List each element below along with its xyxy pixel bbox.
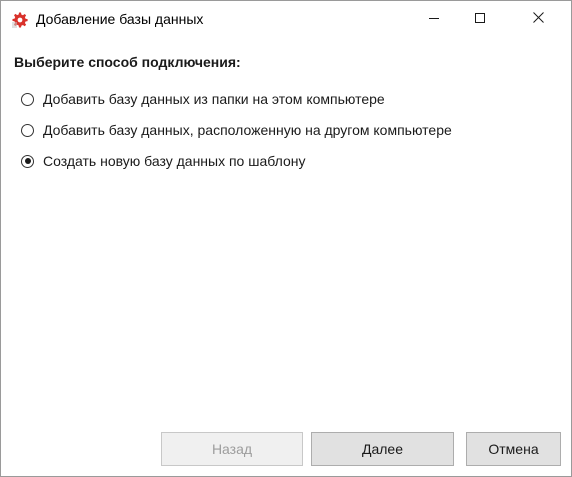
- option-label[interactable]: Создать новую базу данных по шаблону: [43, 153, 306, 169]
- close-icon: [532, 10, 544, 28]
- title-bar[interactable]: Добавление базы данных: [1, 1, 571, 37]
- back-button[interactable]: Назад: [161, 432, 303, 466]
- option-label[interactable]: Добавить базу данных, расположенную на д…: [43, 122, 452, 138]
- cancel-button[interactable]: Отмена: [466, 432, 561, 466]
- gear-icon: [12, 12, 28, 28]
- page-heading: Выберите способ подключения:: [14, 54, 241, 70]
- minimize-button[interactable]: [411, 1, 457, 37]
- option-label[interactable]: Добавить базу данных из папки на этом ко…: [43, 91, 385, 107]
- window-title: Добавление базы данных: [36, 11, 204, 27]
- option-new-from-template[interactable]: Создать новую базу данных по шаблону: [21, 152, 306, 170]
- dialog-window: Добавление базы данных Выберите способ п…: [0, 0, 572, 477]
- option-remote-computer[interactable]: Добавить базу данных, расположенную на д…: [21, 121, 452, 139]
- radio-button[interactable]: [21, 123, 34, 137]
- radio-button[interactable]: [21, 92, 34, 106]
- close-button[interactable]: [515, 1, 561, 37]
- maximize-button[interactable]: [457, 1, 503, 37]
- minimize-icon: [429, 10, 439, 28]
- radio-button-selected[interactable]: [21, 154, 34, 168]
- option-local-folder[interactable]: Добавить базу данных из папки на этом ко…: [21, 90, 385, 108]
- next-button[interactable]: Далее: [311, 432, 454, 466]
- maximize-icon: [475, 10, 485, 28]
